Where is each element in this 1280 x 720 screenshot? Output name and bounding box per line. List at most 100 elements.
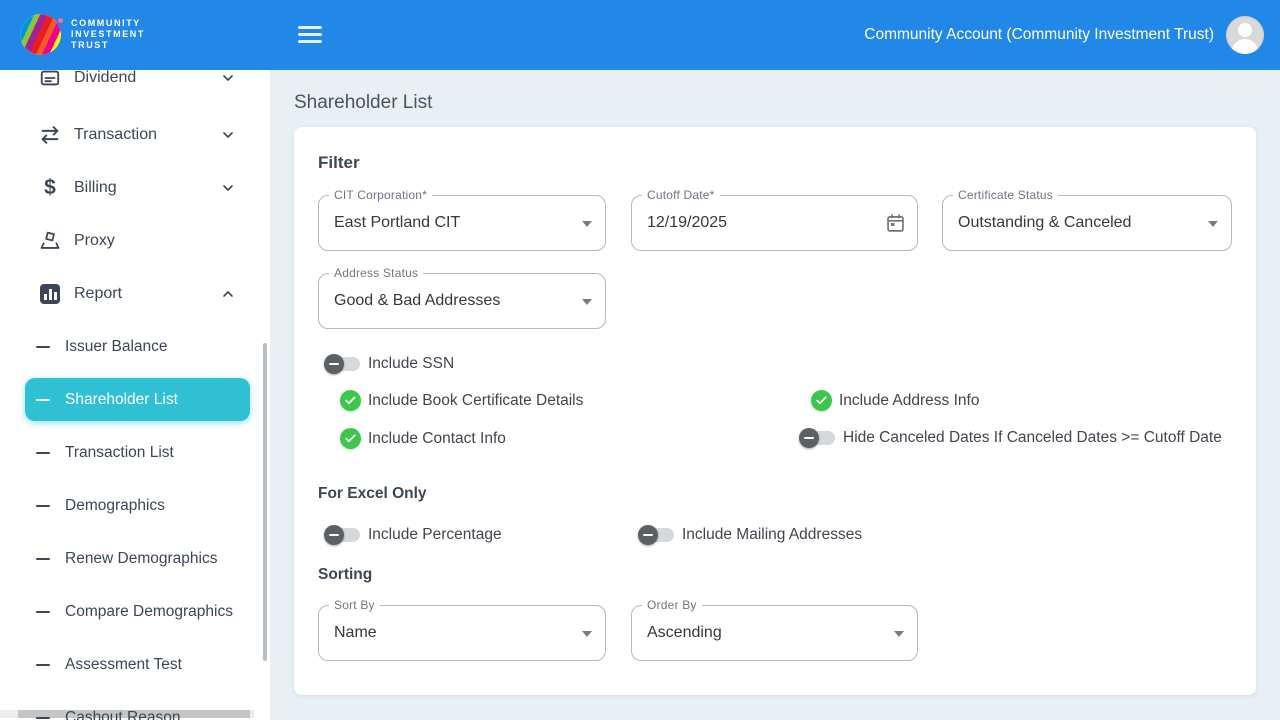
dash-icon: [36, 399, 50, 402]
logo-circle-icon: [20, 14, 61, 55]
minus-icon: [329, 534, 339, 536]
include-book-certificate-details-checkbox[interactable]: Include Book Certificate Details: [340, 390, 583, 411]
field-value: Good & Bad Addresses: [334, 274, 500, 328]
dash-icon: [36, 346, 50, 349]
sidebar-item-proxy[interactable]: Proxy: [0, 215, 270, 267]
sidebar-item-billing[interactable]: $ Billing: [0, 162, 270, 214]
caret-down-icon: [894, 631, 904, 637]
dash-icon: [36, 505, 50, 508]
field-value: Ascending: [647, 606, 722, 660]
minus-icon: [804, 437, 814, 439]
sidebar-item-report[interactable]: Report: [0, 268, 270, 320]
menu-icon[interactable]: [298, 26, 322, 47]
sidebar-item-assessment-test[interactable]: Assessment Test: [0, 639, 270, 691]
toggle-label: Hide Canceled Dates If Canceled Dates >=…: [843, 429, 1222, 447]
excel-only-heading: For Excel Only: [318, 485, 427, 503]
sidebar-item-label: Report: [74, 285, 122, 303]
minus-icon: [329, 363, 339, 365]
avatar[interactable]: [1226, 16, 1264, 54]
logo-dot-icon: [58, 18, 63, 23]
transaction-icon: [38, 124, 62, 146]
sidebar-item-label: Billing: [74, 179, 117, 197]
include-contact-info-checkbox[interactable]: Include Contact Info: [340, 428, 506, 449]
logo-line: INVESTMENT: [71, 29, 145, 40]
filter-heading: Filter: [318, 153, 360, 173]
report-icon: [38, 284, 62, 304]
toggle-label: Include Mailing Addresses: [682, 526, 862, 544]
logo-line: TRUST: [71, 40, 145, 51]
check-circle-icon: [340, 428, 361, 449]
sidebar-item-renew-demographics[interactable]: Renew Demographics: [0, 533, 270, 585]
toggle-off-icon: [324, 354, 362, 374]
field-value: Name: [334, 606, 377, 660]
toggle-label: Include Percentage: [368, 526, 502, 544]
sidebar-item-issuer-balance[interactable]: Issuer Balance: [0, 321, 270, 373]
sidebar-item-label: Dividend: [74, 70, 136, 87]
sidebar-item-dividend[interactable]: Dividend: [0, 70, 270, 104]
include-percentage-toggle[interactable]: Include Percentage: [324, 525, 502, 545]
include-address-info-checkbox[interactable]: Include Address Info: [811, 390, 979, 411]
logo-line: COMMUNITY: [71, 18, 145, 29]
dash-icon: [36, 664, 50, 667]
checkbox-label: Include Address Info: [839, 392, 979, 410]
dividend-icon: [38, 70, 62, 89]
page-title: Shareholder List: [294, 92, 432, 114]
toggle-off-icon: [324, 525, 362, 545]
field-value: 12/19/2025: [647, 196, 727, 250]
toggle-off-icon: [638, 525, 676, 545]
checkbox-label: Include Book Certificate Details: [368, 392, 583, 410]
field-value: Outstanding & Canceled: [958, 196, 1131, 250]
sorting-heading: Sorting: [318, 566, 372, 584]
cutoff-date-field[interactable]: Cutoff Date* 12/19/2025: [631, 195, 918, 251]
caret-down-icon: [582, 221, 592, 227]
sort-by-select[interactable]: Sort By Name: [318, 605, 606, 661]
toggle-label: Include SSN: [368, 355, 454, 373]
chevron-down-icon: [220, 127, 236, 143]
dash-icon: [36, 717, 50, 720]
sidebar-item-compare-demographics[interactable]: Compare Demographics: [0, 586, 270, 638]
sidebar-item-label: Issuer Balance: [65, 338, 168, 356]
dash-icon: [36, 452, 50, 455]
filter-card: Filter CIT Corporation* East Portland CI…: [294, 127, 1256, 695]
logo-text: COMMUNITY INVESTMENT TRUST: [71, 18, 145, 51]
sidebar-vertical-scrollbar-thumb[interactable]: [263, 343, 267, 661]
calendar-icon[interactable]: [885, 213, 906, 234]
address-status-select[interactable]: Address Status Good & Bad Addresses: [318, 273, 606, 329]
sidebar: Dividend Transaction $ Billing Proxy Rep…: [0, 70, 270, 720]
chevron-down-icon: [220, 70, 236, 86]
toggle-off-icon: [799, 428, 837, 448]
sidebar-item-label: Shareholder List: [65, 391, 178, 409]
sidebar-item-label: Assessment Test: [65, 656, 182, 674]
include-ssn-toggle[interactable]: Include SSN: [324, 354, 454, 374]
main-content: Shareholder List Filter CIT Corporation*…: [270, 70, 1280, 720]
caret-down-icon: [582, 299, 592, 305]
sidebar-item-label: Proxy: [74, 232, 115, 250]
sidebar-item-label: Demographics: [65, 497, 165, 515]
sidebar-item-transaction-list[interactable]: Transaction List: [0, 427, 270, 479]
app-header: COMMUNITY INVESTMENT TRUST Community Acc…: [0, 0, 1280, 70]
field-value: East Portland CIT: [334, 196, 460, 250]
certificate-status-select[interactable]: Certificate Status Outstanding & Cancele…: [942, 195, 1232, 251]
chevron-up-icon: [220, 286, 236, 302]
proxy-icon: [38, 230, 62, 252]
check-circle-icon: [340, 390, 361, 411]
sidebar-item-label: Transaction List: [65, 444, 174, 462]
dash-icon: [36, 558, 50, 561]
include-mailing-addresses-toggle[interactable]: Include Mailing Addresses: [638, 525, 862, 545]
caret-down-icon: [582, 631, 592, 637]
cit-corporation-select[interactable]: CIT Corporation* East Portland CIT: [318, 195, 606, 251]
billing-icon: $: [38, 176, 62, 200]
sidebar-item-demographics[interactable]: Demographics: [0, 480, 270, 532]
sidebar-item-label: Compare Demographics: [65, 603, 233, 621]
account-label[interactable]: Community Account (Community Investment …: [864, 0, 1214, 70]
hide-canceled-dates-toggle[interactable]: Hide Canceled Dates If Canceled Dates >=…: [799, 428, 1222, 448]
sidebar-item-transaction[interactable]: Transaction: [0, 109, 270, 161]
avatar-person-icon: [1238, 23, 1252, 37]
minus-icon: [643, 534, 653, 536]
sidebar-item-shareholder-list[interactable]: Shareholder List: [0, 374, 270, 426]
order-by-select[interactable]: Order By Ascending: [631, 605, 918, 661]
sidebar-item-label: Transaction: [74, 126, 157, 144]
caret-down-icon: [1208, 221, 1218, 227]
dash-icon: [36, 611, 50, 614]
avatar-person-icon: [1232, 39, 1259, 54]
